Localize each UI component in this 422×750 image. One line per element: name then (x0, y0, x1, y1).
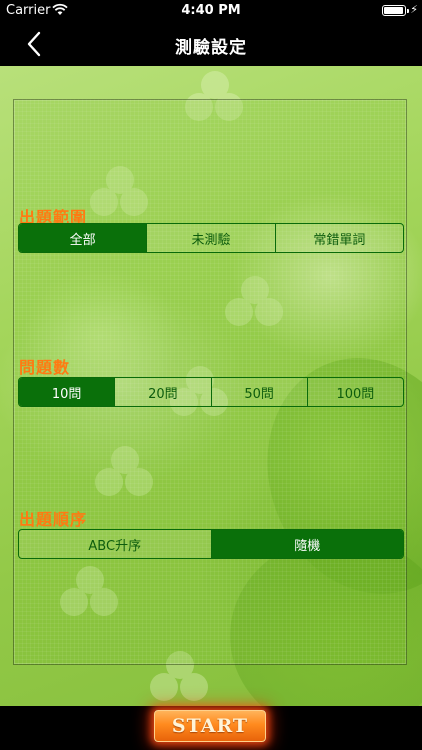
order-option-abc[interactable]: ABC升序 (19, 530, 211, 558)
order-segmented-control: ABC升序 隨機 (18, 529, 404, 559)
bolt-icon: ⚡ (410, 3, 418, 16)
question-count-segmented-control: 10問 20問 50問 100問 (18, 377, 404, 407)
status-bar: Carrier 4:40 PM ⚡ (0, 0, 422, 22)
scope-option-frequent-errors[interactable]: 常錯單詞 (274, 224, 403, 252)
count-option-50[interactable]: 50問 (210, 378, 307, 406)
content-area: 出題範圍 全部 未測驗 常錯單詞 問題數 10問 20問 50問 100問 出題… (0, 66, 422, 706)
bottom-bar: START (0, 706, 422, 750)
order-option-random[interactable]: 隨機 (210, 530, 403, 558)
page-title: 測驗設定 (175, 38, 247, 58)
scope-option-all[interactable]: 全部 (19, 224, 147, 252)
count-option-100[interactable]: 100問 (306, 378, 403, 406)
scope-segmented-control: 全部 未測驗 常錯單詞 (18, 223, 404, 253)
clock: 4:40 PM (181, 3, 241, 18)
section-label-order: 出題順序 (19, 510, 88, 529)
section-label-question-count: 問題數 (19, 358, 71, 377)
scope-option-untested[interactable]: 未測驗 (146, 224, 274, 252)
start-button[interactable]: START (154, 710, 266, 742)
count-option-20[interactable]: 20問 (114, 378, 210, 406)
nav-bar: 測驗設定 (0, 22, 422, 66)
count-option-10[interactable]: 10問 (19, 378, 115, 406)
battery-icon (382, 5, 409, 16)
